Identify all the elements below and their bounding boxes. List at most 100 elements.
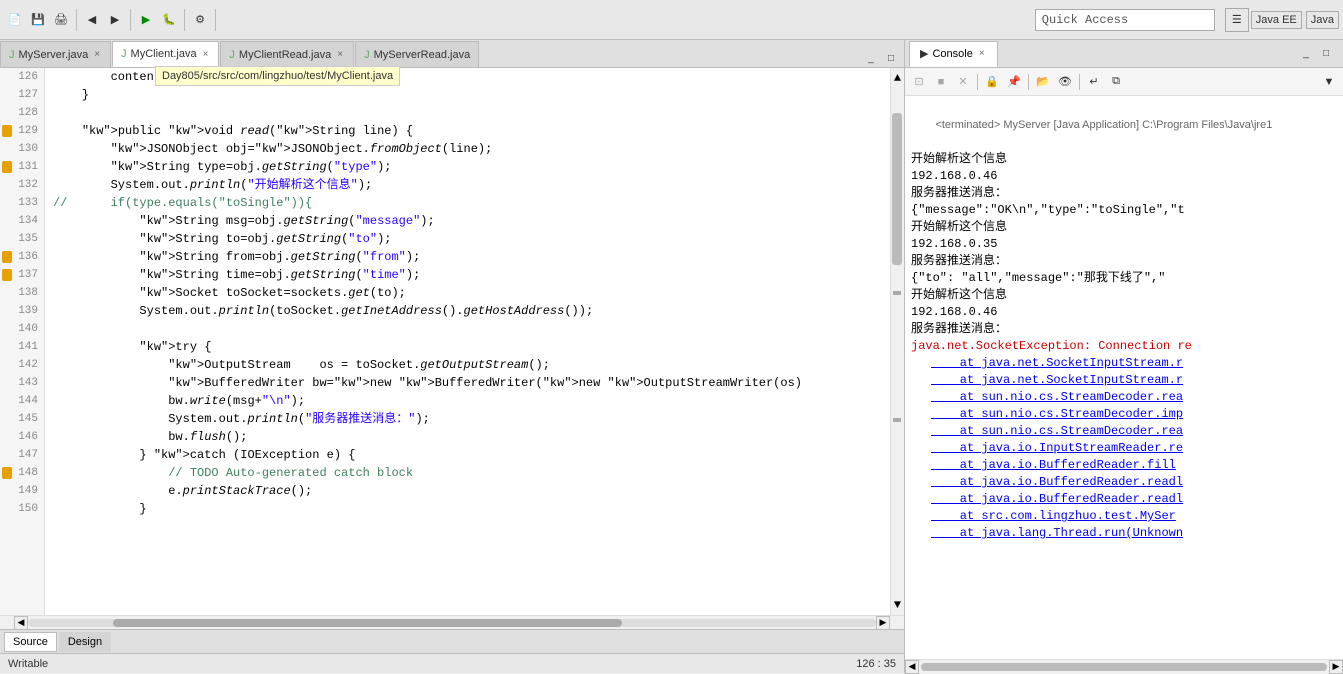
console-exception-line[interactable]: java.net.SocketException: Connection re [911,338,1337,355]
code-line-142[interactable]: "kw">OutputStream os = toSocket.getOutpu… [45,356,890,374]
print-button[interactable]: 🖨 [50,9,72,31]
console-tab-close[interactable]: × [977,47,987,60]
console-stack-9[interactable]: at java.io.BufferedReader.readl [911,491,1337,508]
console-menu-btn[interactable]: ▼ [1319,72,1339,92]
debug-button[interactable]: 🐛 [158,9,180,31]
console-toolbar: ⊡ ■ ✕ 🔒 📌 📂 👁 ↵ ⧉ ▼ [905,68,1343,96]
h-scroll-track[interactable] [28,619,876,627]
console-scroll-left-btn[interactable]: ◀ [905,660,919,674]
perspective-javaee-label[interactable]: Java EE [1251,11,1302,29]
console-scroll-right-btn[interactable]: ▶ [1329,660,1343,674]
code-line-128[interactable] [45,104,890,122]
tab-close-myclient[interactable]: × [201,48,211,61]
console-copy-btn[interactable]: ⧉ [1106,72,1126,92]
scroll-left-btn[interactable]: ◀ [14,616,28,630]
console-stack-6[interactable]: at java.io.InputStreamReader.re [911,440,1337,457]
code-line-136[interactable]: "kw">String from=obj.getString("from"); [45,248,890,266]
tab-icon-myclient: J [121,48,127,60]
line-number-129: 129 [0,122,44,140]
code-line-141[interactable]: "kw">try { [45,338,890,356]
console-window-controls: _ □ [1297,45,1339,63]
code-line-144[interactable]: bw.write(msg+"\n"); [45,392,890,410]
code-line-135[interactable]: "kw">String to=obj.getString("to"); [45,230,890,248]
code-line-138[interactable]: "kw">Socket toSocket=sockets.get(to); [45,284,890,302]
scroll-right-btn[interactable]: ▶ [876,616,890,630]
quick-access-input[interactable]: Quick Access [1035,9,1215,31]
tab-close-myserver[interactable]: × [92,48,102,61]
console-stack-11[interactable]: at java.lang.Thread.run(Unknown [911,525,1337,542]
editor-minimize-btn[interactable]: _ [862,49,880,67]
line-number-135: 135 [0,230,44,248]
console-h-scrollbar[interactable]: ◀ ▶ [905,659,1343,673]
line-number-149: 149 [0,482,44,500]
editor-vertical-scrollbar[interactable]: ▲ ▼ [890,68,904,615]
console-panel: ▶ Console × _ □ ⊡ ■ ✕ 🔒 📌 📂 👁 ↵ ⧉ ▼ [905,40,1343,673]
code-line-143[interactable]: "kw">BufferedWriter bw="kw">new "kw">Buf… [45,374,890,392]
perspective-java-label[interactable]: Java [1306,11,1339,29]
console-pin-btn[interactable]: 📌 [1004,72,1024,92]
tab-myserverread[interactable]: J MyServerRead.java [355,41,479,67]
code-line-133[interactable]: // if(type.equals("toSingle")){ [45,194,890,212]
code-line-147[interactable]: } "kw">catch (IOException e) { [45,446,890,464]
console-stack-8[interactable]: at java.io.BufferedReader.readl [911,474,1337,491]
scroll-down-btn[interactable]: ▼ [891,595,904,615]
console-scroll-lock-btn[interactable]: 🔒 [982,72,1002,92]
code-line-139[interactable]: System.out.println(toSocket.getInetAddre… [45,302,890,320]
scroll-thumb [892,113,902,265]
console-minimize-btn[interactable]: _ [1297,45,1315,63]
back-button[interactable]: ◀ [81,9,103,31]
horizontal-scrollbar[interactable]: ◀ ▶ [0,615,904,629]
code-content[interactable]: contentPane.add(list); } "kw">public "kw… [45,68,890,615]
tab-design[interactable]: Design [59,632,111,652]
code-line-145[interactable]: System.out.println("服务器推送消息："); [45,410,890,428]
console-tab[interactable]: ▶ Console × [909,41,998,67]
new-button[interactable]: 📄 [4,9,26,31]
scroll-up-btn[interactable]: ▲ [891,68,904,88]
console-stack-7[interactable]: at java.io.BufferedReader.fill [911,457,1337,474]
code-line-134[interactable]: "kw">String msg=obj.getString("message")… [45,212,890,230]
console-stack-1[interactable]: at java.net.SocketInputStream.r [911,355,1337,372]
console-remove-btn[interactable]: ✕ [953,72,973,92]
code-line-150[interactable]: } [45,500,890,518]
console-stack-3[interactable]: at sun.nio.cs.StreamDecoder.rea [911,389,1337,406]
console-open-btn[interactable]: 📂 [1033,72,1053,92]
tab-label-myclientread: MyClientRead.java [239,49,331,61]
console-tab-label: Console [932,48,972,60]
code-line-127[interactable]: } [45,86,890,104]
run-button[interactable]: ▶ [135,9,157,31]
code-line-132[interactable]: System.out.println("开始解析这个信息"); [45,176,890,194]
editor-maximize-btn[interactable]: □ [882,49,900,67]
code-line-148[interactable]: // TODO Auto-generated catch block [45,464,890,482]
forward-button[interactable]: ▶ [104,9,126,31]
console-view-btn[interactable]: 👁 [1055,72,1075,92]
perspective-icon-btn[interactable]: ☰ [1225,8,1249,32]
build-button[interactable]: ⚙ [189,9,211,31]
console-word-wrap-btn[interactable]: ↵ [1084,72,1104,92]
line-number-127: 127 [0,86,44,104]
console-stack-5[interactable]: at sun.nio.cs.StreamDecoder.rea [911,423,1337,440]
console-stack-2[interactable]: at java.net.SocketInputStream.r [911,372,1337,389]
console-content[interactable]: <terminated> MyServer [Java Application]… [905,96,1343,659]
tab-myserver[interactable]: J MyServer.java × [0,41,111,67]
console-stack-4[interactable]: at sun.nio.cs.StreamDecoder.imp [911,406,1337,423]
code-line-129[interactable]: "kw">public "kw">void read("kw">String l… [45,122,890,140]
tab-close-myclientread[interactable]: × [335,48,345,61]
tab-myclientread[interactable]: J MyClientRead.java × [220,41,354,67]
save-button[interactable]: 💾 [27,9,49,31]
status-writable: Writable [8,658,48,670]
code-line-137[interactable]: "kw">String time=obj.getString("time"); [45,266,890,284]
console-clear-btn[interactable]: ⊡ [909,72,929,92]
code-line-130[interactable]: "kw">JSONObject obj="kw">JSONObject.from… [45,140,890,158]
console-maximize-btn[interactable]: □ [1317,45,1335,63]
code-line-140[interactable] [45,320,890,338]
console-stop-btn[interactable]: ■ [931,72,951,92]
tab-myclient[interactable]: J MyClient.java × [112,41,219,67]
scroll-track[interactable] [891,88,904,595]
console-stack-10[interactable]: at src.com.lingzhuo.test.MySer [911,508,1337,525]
code-line-131[interactable]: "kw">String type=obj.getString("type"); [45,158,890,176]
console-h-track[interactable] [921,663,1327,671]
code-line-149[interactable]: e.printStackTrace(); [45,482,890,500]
line-number-140: 140 [0,320,44,338]
tab-source[interactable]: Source [4,632,57,652]
code-line-146[interactable]: bw.flush(); [45,428,890,446]
